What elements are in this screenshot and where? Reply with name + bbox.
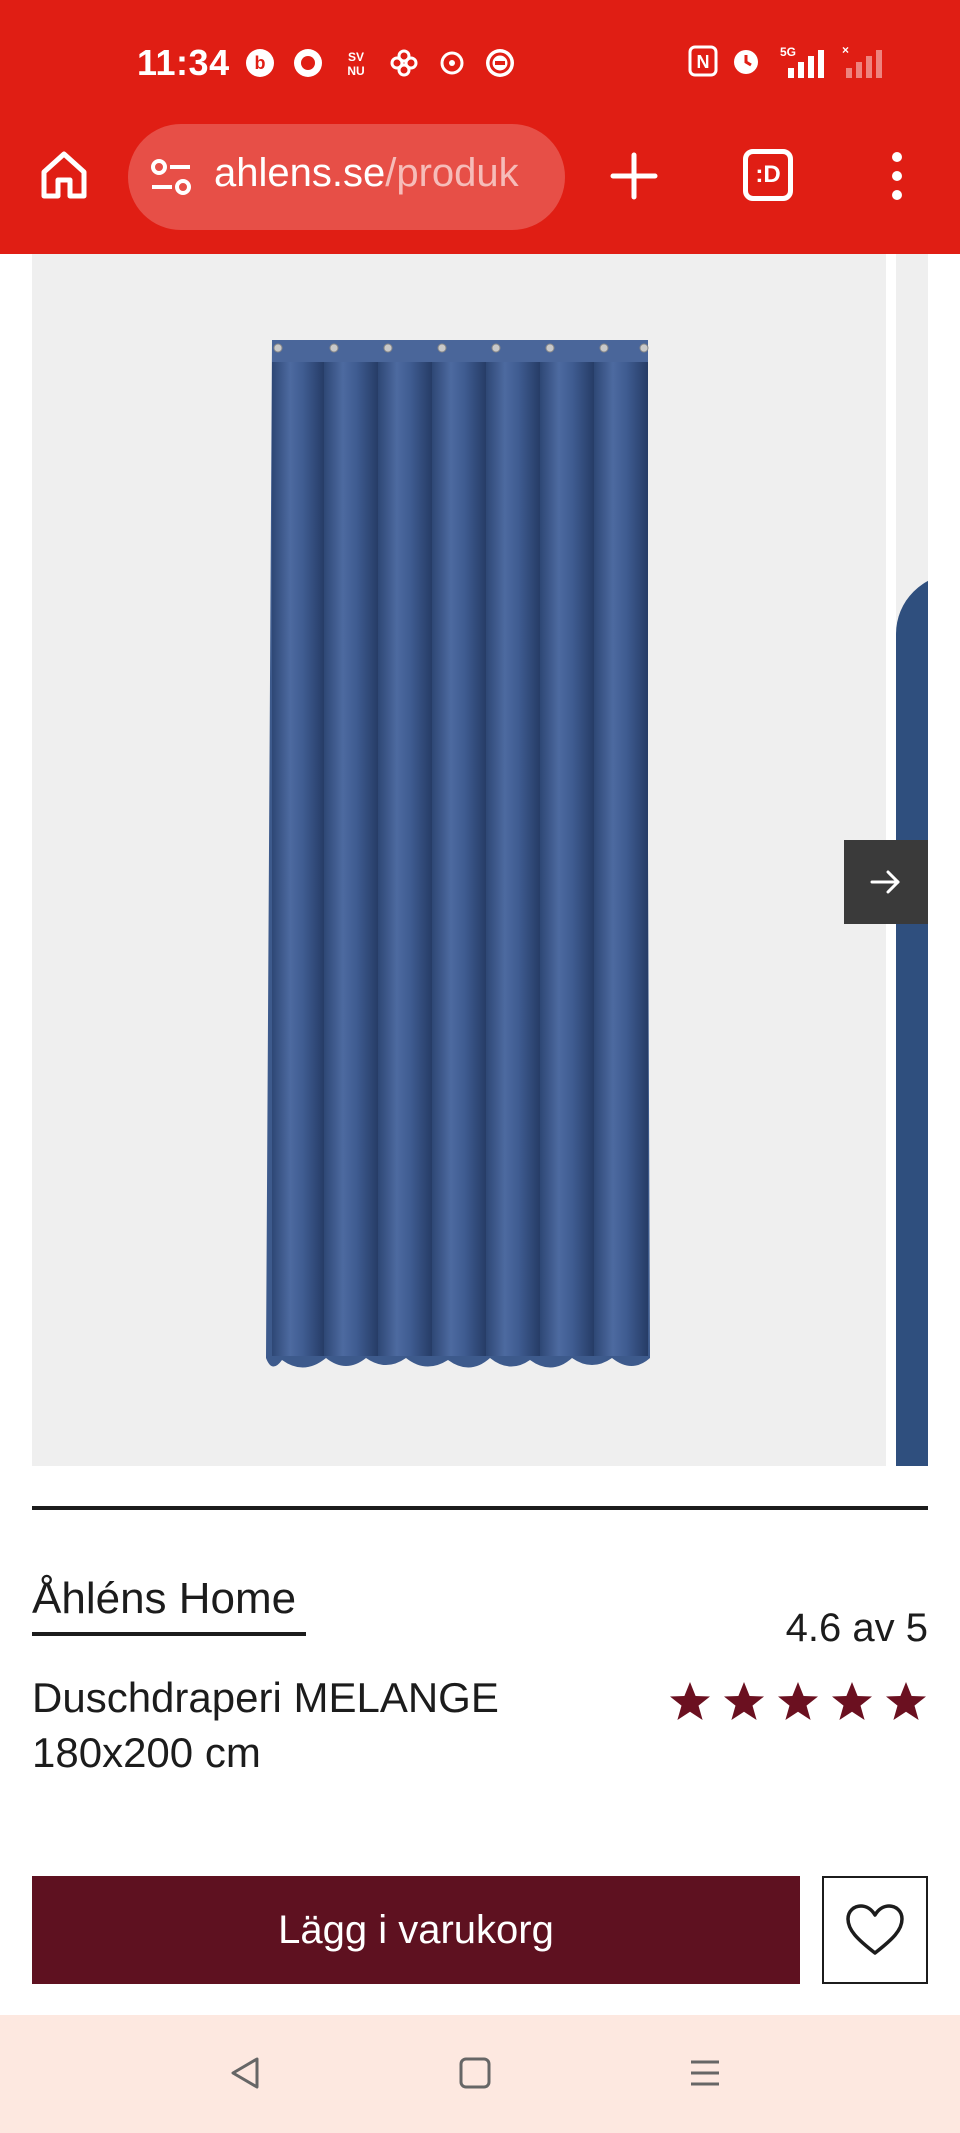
badge-app-icon [483,46,517,80]
back-icon[interactable] [225,2053,265,2093]
new-tab-button[interactable] [607,149,661,203]
tab-switcher-button[interactable]: :D [743,149,793,201]
star-icon [832,1682,872,1720]
rating-text[interactable]: 4.6 av 5 [786,1606,928,1651]
site-settings-icon[interactable] [150,159,192,195]
wishlist-button[interactable] [822,1876,928,1984]
svg-text:NU: NU [347,64,364,78]
heart-icon [846,1904,904,1955]
alarm-icon [730,45,762,82]
pinwheel-app-icon [387,46,421,80]
kebab-menu-icon [892,152,902,200]
svg-text:N: N [697,52,710,72]
star-icon [724,1682,764,1720]
star-icon [886,1682,926,1720]
system-navigation-bar [0,2015,960,2133]
url-host: ahlens.se [214,151,386,195]
circle-app-icon [291,46,325,80]
brand-underline [32,1632,306,1636]
b-app-icon: b [243,46,277,80]
shower-curtain-image [266,340,650,1368]
address-bar[interactable]: ahlens.se/produk [128,124,565,230]
browser-chrome: 11:34 b SV NU N 5G × ahlens.se/produk:D [0,0,960,254]
star-icon [778,1682,818,1720]
arrow-right-icon [870,870,900,894]
svg-text:×: × [842,44,849,57]
signal-5g-icon: 5G [774,44,830,83]
svg-text:SV: SV [348,50,364,64]
gallery-progress-bar [32,1506,928,1510]
network-label: 5G [780,45,796,59]
url-path: /produk [385,151,519,195]
star-icon [670,1682,710,1720]
notification-icons: b SV NU [243,46,517,80]
home-nav-icon[interactable] [455,2053,495,2093]
product-image[interactable] [32,254,886,1466]
plus-icon [610,152,658,200]
system-icons: N 5G × [688,43,882,83]
home-icon [41,151,87,199]
svg-text:b: b [255,53,266,73]
chat-app-icon [435,46,469,80]
add-to-cart-button[interactable]: Lägg i varukorg [32,1876,800,1984]
rating-stars[interactable] [668,1680,928,1724]
curtain-closeup-image [896,574,928,1466]
status-bar: 11:34 b SV NU N 5G × [0,0,960,128]
brand-link[interactable]: Åhléns Home [32,1574,296,1624]
browser-toolbar: ahlens.se/produk :D [0,124,960,230]
status-time: 11:34 [137,42,230,83]
product-gallery[interactable] [0,254,960,1466]
url-text[interactable]: ahlens.se/produk [214,151,554,196]
product-title: Duschdraperi MELANGE 180x200 cm [32,1674,499,1776]
nfc-icon: N [688,45,718,82]
home-button[interactable] [36,146,92,202]
recents-icon[interactable] [685,2053,725,2093]
sv-nu-app-icon: SV NU [339,46,373,80]
more-options-button[interactable] [882,149,912,203]
next-image-button[interactable] [844,840,928,924]
signal-icon: × [842,43,882,83]
